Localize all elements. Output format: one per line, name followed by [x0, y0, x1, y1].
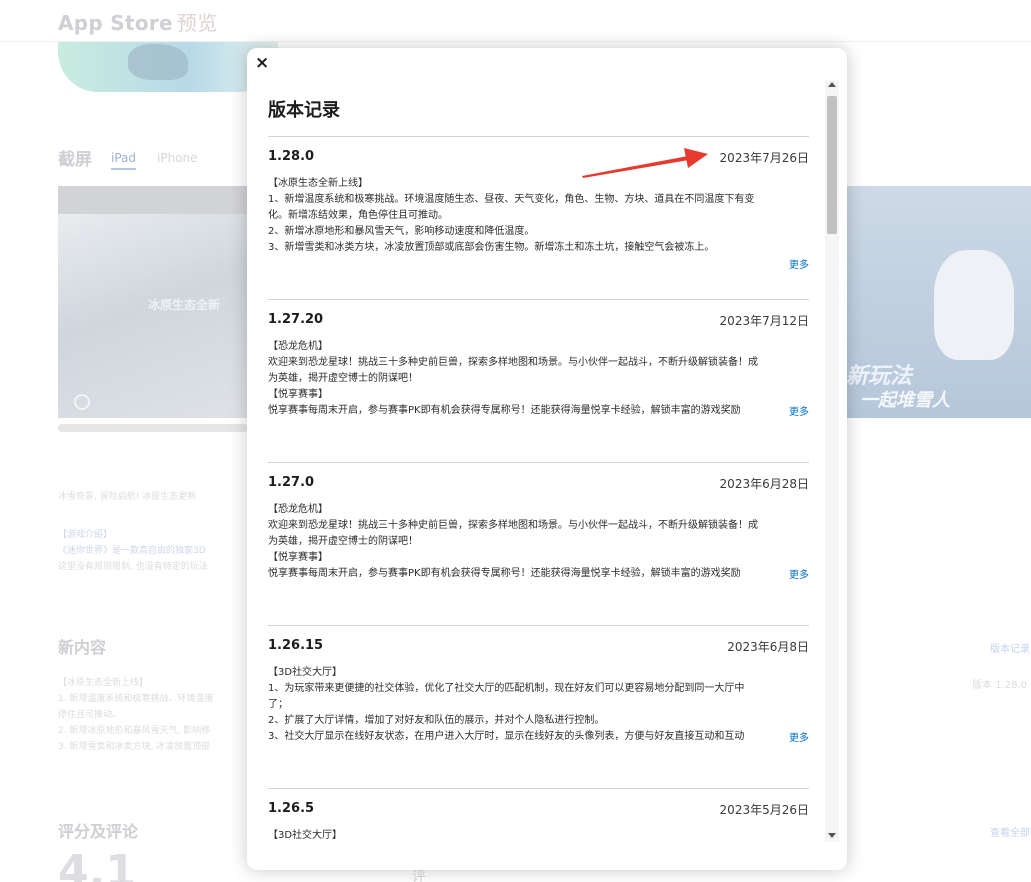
- rating-value: 4.1: [58, 846, 136, 882]
- release-note-line: 3、社交大厅显示在线好友状态，在用户进入大厅时，显示在线好友的头像列表，方便与好…: [268, 731, 745, 742]
- modal-title: 版本记录: [268, 100, 340, 121]
- modal-scrollbar[interactable]: [825, 80, 839, 842]
- release-notes: 【3D社交大厅】 1、为玩家带来更便捷的社交体验，优化了社交大厅的匹配机制，现在…: [268, 665, 809, 745]
- version-entry: 1.26.5 2023年5月26日 【3D社交大厅】: [268, 788, 809, 870]
- screenshot-2-caption-2: 一起堆雪人: [860, 390, 950, 411]
- loading-ring-icon: [74, 394, 90, 410]
- release-note-line: 【恐龙危机】: [268, 341, 328, 352]
- brand-name: App Store: [58, 11, 173, 35]
- description-line: 《迷你世界》是一款高自由的独家3D: [58, 546, 206, 556]
- brand-suffix: 预览: [176, 11, 218, 35]
- divider: [268, 625, 809, 626]
- release-note-line: 1、新增温度系统和极寒挑战。环境温度随生态、昼夜、天气变化，角色、生物、方块、道…: [268, 194, 755, 205]
- release-note-line: 悦享赛事每周末开启，参与赛事PK即有机会获得专属称号！还能获得海量悦享卡经验，解…: [268, 405, 741, 416]
- release-note-line: 【悦享赛事】: [268, 389, 328, 400]
- release-note-line: 为英雄，揭开虚空博士的阴谋吧！: [268, 373, 418, 384]
- version-number: 1.28.0: [268, 149, 315, 164]
- new-content-line: 1. 新增温度系统和极寒挑战。环境温度: [58, 694, 214, 704]
- scrollbar-thumb[interactable]: [827, 96, 837, 234]
- release-date: 2023年6月28日: [719, 477, 809, 491]
- version-number: 1.27.20: [268, 312, 324, 327]
- release-note-line: 了；: [268, 699, 288, 710]
- release-note-line: 化。新增冻结效果，角色停住且可推动。: [268, 210, 448, 221]
- version-number: 1.27.0: [268, 475, 315, 490]
- release-note-line: 【3D社交大厅】: [268, 830, 343, 841]
- more-link[interactable]: 更多: [786, 403, 809, 418]
- version-number: 1.26.5: [268, 801, 315, 816]
- release-notes: 【3D社交大厅】: [268, 828, 809, 844]
- divider: [268, 462, 809, 463]
- release-note-line: 【3D社交大厅】: [268, 667, 343, 678]
- new-content-line: 停住且可推动。: [58, 710, 122, 720]
- version-entry: 1.28.0 2023年7月26日 【冰原生态全新上线】 1、新增温度系统和极寒…: [268, 136, 809, 286]
- annotation-arrow-icon: [582, 148, 708, 178]
- screenshot-caption: 冰原生态全新: [148, 298, 221, 312]
- release-notes: 【恐龙危机】 欢迎来到恐龙星球！挑战三十多种史前巨兽，探索多样地图和场景。与小伙…: [268, 502, 809, 582]
- version-history-modal: × 版本记录 1.28.0 2023年7月26日 【冰原生态全新上线】 1、新增…: [247, 48, 847, 870]
- tab-ipad[interactable]: iPad: [111, 151, 137, 170]
- tab-iphone[interactable]: iPhone: [157, 151, 198, 165]
- screenshot-1[interactable]: 冰原生态全新: [58, 186, 258, 418]
- release-note-line: 2、扩展了大厅详情，增加了对好友和队伍的展示，并对个人隐私进行控制。: [268, 715, 605, 726]
- version-history-list[interactable]: 版本记录 1.28.0 2023年7月26日 【冰原生态全新上线】 1、新增温度…: [247, 48, 827, 870]
- release-note-line: 悦享赛事每周末开启，参与赛事PK即有机会获得专属称号！还能获得海量悦享卡经验，解…: [268, 568, 741, 579]
- release-note-line: 欢迎来到恐龙星球！挑战三十多种史前巨兽，探索多样地图和场景。与小伙伴一起战斗，不…: [268, 357, 758, 368]
- ratings-heading: 评分及评论: [58, 822, 139, 841]
- screenshots-heading: 截屏: [58, 150, 92, 170]
- release-notes: 【恐龙危机】 欢迎来到恐龙星球！挑战三十多种史前巨兽，探索多样地图和场景。与小伙…: [268, 339, 809, 419]
- new-content-line: 2. 新增冰原地形和暴风雪天气, 影响移: [58, 726, 211, 736]
- app-hero-banner: [58, 42, 278, 92]
- release-note-line: 3、新增雪类和冰类方块，冰凌放置顶部或底部会伤害生物。新增冻土和冻土坑，接触空气…: [268, 242, 715, 253]
- description-line: 【游戏介绍】: [58, 530, 113, 540]
- release-date: 2023年7月12日: [719, 314, 809, 328]
- polar-bear-art: [934, 250, 1014, 360]
- version-entry: 1.27.0 2023年6月28日 【恐龙危机】 欢迎来到恐龙星球！挑战三十多种…: [268, 462, 809, 612]
- release-date: 2023年7月26日: [719, 151, 809, 165]
- screenshots-scrollbar[interactable]: [58, 424, 248, 432]
- version-entry: 1.26.15 2023年6月8日 【3D社交大厅】 1、为玩家带来更便捷的社交…: [268, 625, 809, 775]
- screenshot-image: [58, 214, 258, 418]
- new-content-line: 【冰原生态全新上线】: [58, 678, 149, 688]
- release-notes: 【冰原生态全新上线】 1、新增温度系统和极寒挑战。环境温度随生态、昼夜、天气变化…: [268, 176, 809, 256]
- new-content-heading: 新内容: [58, 638, 107, 657]
- version-history-link[interactable]: 版本记录: [990, 640, 1030, 655]
- more-link[interactable]: 更多: [786, 566, 809, 581]
- screenshot-2[interactable]: 新玩法 一起堆雪人: [846, 186, 1031, 418]
- release-date: 2023年5月26日: [719, 803, 809, 817]
- see-all-link[interactable]: 查看全部: [990, 824, 1030, 839]
- screenshot-topbar: [58, 186, 258, 214]
- description-line: 冰雪奇景, 冒险启航! 冰原生态更新: [58, 492, 197, 502]
- more-link[interactable]: 更多: [786, 729, 809, 744]
- release-note-line: 【冰原生态全新上线】: [268, 178, 368, 189]
- release-note-line: 2、新增冰原地形和暴风雪天气，影响移动速度和降低温度。: [268, 226, 535, 237]
- hero-art: [128, 44, 188, 80]
- page-header: App Store 预览: [0, 0, 1031, 42]
- new-content-line: 3. 新增雪类和冰类方块, 冰凌放置顶部: [58, 742, 211, 752]
- release-note-line: 欢迎来到恐龙星球！挑战三十多种史前巨兽，探索多样地图和场景。与小伙伴一起战斗，不…: [268, 520, 758, 531]
- divider: [268, 299, 809, 300]
- version-label: 版本 1.28.0: [972, 680, 1027, 691]
- release-note-line: 1、为玩家带来更便捷的社交体验，优化了社交大厅的匹配机制，现在好友们可以更容易地…: [268, 683, 745, 694]
- scroll-up-arrow-icon[interactable]: [828, 82, 836, 87]
- more-link[interactable]: 更多: [786, 256, 809, 271]
- scroll-down-arrow-icon[interactable]: [828, 833, 836, 838]
- divider: [268, 136, 809, 137]
- release-note-line: 【恐龙危机】: [268, 504, 328, 515]
- app-store-brand[interactable]: App Store 预览: [58, 7, 218, 36]
- divider: [268, 788, 809, 789]
- version-entry: 1.27.20 2023年7月12日 【恐龙危机】 欢迎来到恐龙星球！挑战三十多…: [268, 299, 809, 449]
- release-date: 2023年6月8日: [727, 640, 809, 654]
- release-note-line: 为英雄，揭开虚空博士的阴谋吧！: [268, 536, 418, 547]
- release-note-line: 【悦享赛事】: [268, 552, 328, 563]
- version-number: 1.26.15: [268, 638, 324, 653]
- description-line: 这里没有规则限制, 也没有特定的玩法: [58, 562, 208, 572]
